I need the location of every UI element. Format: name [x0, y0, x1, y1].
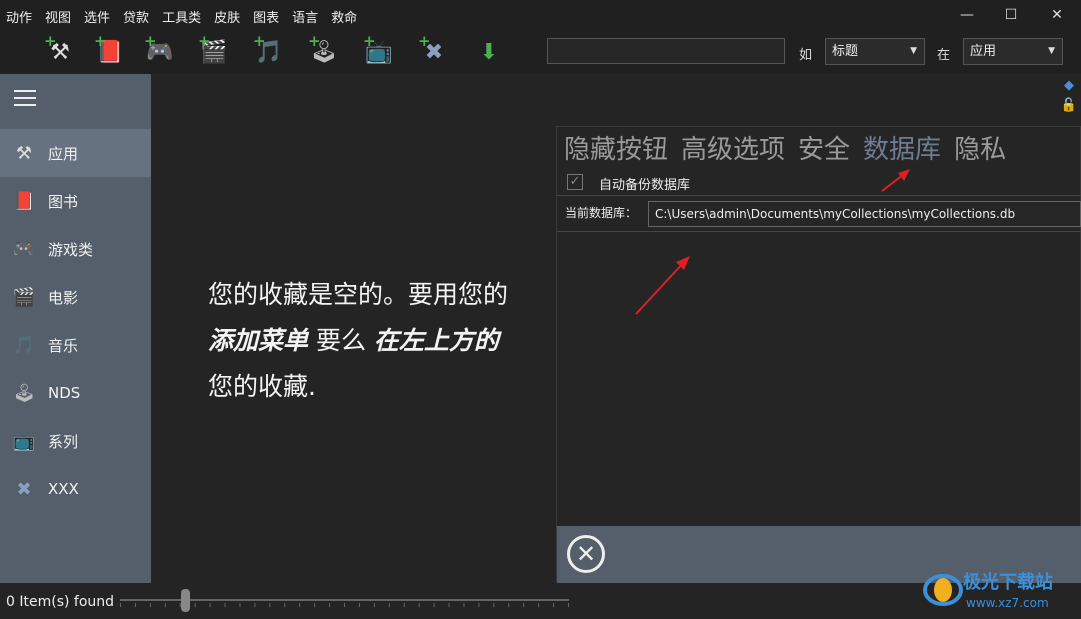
sidebar-item-label: 音乐	[48, 336, 79, 355]
menu-item[interactable]: 救命	[331, 7, 357, 26]
plus-icon: +	[363, 32, 376, 50]
empty-message-line3: 您的收藏.	[208, 372, 316, 401]
sidebar-item[interactable]: 🎵 音乐	[0, 321, 151, 369]
settings-tab[interactable]: 隐私	[954, 129, 1006, 166]
settings-tab[interactable]: 隐藏按钮	[564, 129, 668, 166]
plus-icon: +	[418, 32, 431, 50]
series-add-tool-button[interactable]: + 📺	[361, 34, 397, 70]
hamburger-menu-icon[interactable]	[14, 90, 36, 106]
menu-item[interactable]: 工具类	[162, 7, 201, 26]
menu-item[interactable]: 皮肤	[214, 7, 240, 26]
zoom-slider-thumb[interactable]	[181, 589, 190, 612]
plus-icon: +	[144, 32, 157, 50]
sidebar-item-label: 系列	[48, 432, 79, 451]
current-db-label: 当前数据库：	[565, 206, 638, 220]
settings-tab[interactable]: 高级选项	[681, 129, 785, 166]
empty-message-mid: 要么	[308, 326, 374, 355]
sidebar-item-label: 电影	[48, 288, 79, 307]
music-add-tool-button[interactable]: + 🎵	[251, 34, 287, 70]
current-db-path-field[interactable]: C:\Users\admin\Documents\myCollections\m…	[648, 201, 1081, 227]
pin-icon[interactable]: ◆	[1060, 78, 1078, 96]
search-category-select[interactable]: 应用 ▼	[963, 38, 1063, 65]
search-in-label: 在	[937, 48, 951, 63]
category-icon: 📺	[12, 430, 36, 452]
unlock-icon[interactable]: 🔓	[1060, 98, 1078, 116]
empty-collection-message: 您的收藏是空的。要用您的 添加菜单 要么 在左上方的 您的收藏.	[208, 272, 568, 410]
plus-icon: +	[198, 32, 211, 50]
add-menu-emphasis: 添加菜单	[208, 326, 309, 355]
auto-backup-label: 自动备份数据库	[599, 178, 691, 193]
empty-message-line2: 添加菜单 要么 在左上方的	[208, 318, 568, 364]
settings-tabs: 隐藏按钮 高级选项 安全 数据库 隐私	[564, 129, 1019, 166]
sidebar-item-label: XXX	[48, 480, 79, 498]
books-add-tool-button[interactable]: + 📕	[92, 34, 128, 70]
menu-item[interactable]: 视图	[45, 7, 71, 26]
category-icon: ⚒	[15, 142, 33, 164]
plus-icon: +	[308, 32, 321, 50]
minimize-button[interactable]: —	[957, 6, 977, 24]
sidebar-item-label: 应用	[48, 144, 79, 163]
divider	[557, 231, 1081, 232]
menu-item[interactable]: 动作	[6, 7, 32, 26]
menu-bar: 动作 视图 选件 贷款 工具类 皮肤 图表 语言 救命 — ☐ ✕	[0, 0, 1081, 30]
settings-tab[interactable]: 数据库	[863, 129, 941, 166]
maximize-button[interactable]: ☐	[1001, 6, 1021, 24]
sidebar-item[interactable]: 📺 系列	[0, 417, 151, 465]
plus-icon: +	[94, 32, 107, 50]
close-window-button[interactable]: ✕	[1047, 6, 1067, 24]
plus-icon: +	[253, 32, 266, 50]
annotation-arrow-icon	[635, 256, 690, 315]
plus-icon: +	[44, 32, 57, 50]
category-icon: 🕹	[12, 382, 36, 404]
auto-backup-checkbox[interactable]: ✓	[567, 174, 583, 190]
menu-item[interactable]: 语言	[292, 7, 318, 26]
category-icon: 🎵	[12, 334, 36, 356]
sidebar-item[interactable]: 🎬 电影	[0, 273, 151, 321]
menu-item[interactable]: 贷款	[123, 7, 149, 26]
settings-panel: 隐藏按钮 高级选项 安全 数据库 隐私 ✓ 自动备份数据库 当前数据库： C:\User…	[556, 126, 1081, 583]
search-input[interactable]	[547, 38, 785, 64]
search-field-value: 标题	[832, 44, 859, 59]
divider	[557, 195, 1081, 196]
close-panel-button[interactable]: ✕	[567, 535, 605, 573]
status-count: 0 Item(s) found	[6, 594, 115, 610]
annotation-arrow-icon	[881, 169, 910, 192]
watermark-text: 极光下载站	[963, 572, 1053, 593]
category-icon: 🎮	[12, 238, 36, 260]
sidebar-item-label: 图书	[48, 192, 79, 211]
sidebar-item[interactable]: ⚒ 应用	[0, 129, 151, 177]
sidebar-item[interactable]: 🎮 游戏类	[0, 225, 151, 273]
menu-item[interactable]: 图表	[253, 7, 279, 26]
search-category-value: 应用	[970, 44, 997, 59]
movies-add-tool-button[interactable]: + 🎬	[196, 34, 232, 70]
menu-item[interactable]: 选件	[84, 7, 110, 26]
sidebar-item[interactable]: 📕 图书	[0, 177, 151, 225]
sidebar-item[interactable]: ✖ XXX	[0, 465, 151, 513]
top-left-emphasis: 在左上方的	[373, 326, 499, 355]
category-icon: 🎬	[12, 286, 36, 308]
empty-message-line1: 您的收藏是空的。要用您的	[208, 280, 509, 309]
nds-add-tool-button[interactable]: + 🕹	[306, 34, 342, 70]
xxx-add-tool-button[interactable]: + ✖	[416, 34, 452, 70]
download-tool-button[interactable]: ⬇	[471, 34, 507, 70]
watermark-url: www.xz7.com	[966, 596, 1049, 610]
settings-tab[interactable]: 安全	[798, 129, 850, 166]
sidebar-item[interactable]: 🕹 NDS	[0, 369, 151, 417]
dropdown-arrow-icon: ▼	[910, 46, 917, 56]
sidebar-item-label: 游戏类	[48, 240, 94, 259]
apps-add-tool-button[interactable]: + ⚒	[42, 34, 78, 70]
search-field-select[interactable]: 标题 ▼	[825, 38, 925, 65]
games-add-tool-button[interactable]: + 🎮	[142, 34, 178, 70]
menu-list: 动作 视图 选件 贷款 工具类 皮肤 图表 语言 救命	[6, 7, 370, 26]
category-icon: ✖	[16, 478, 32, 500]
download-icon: ⬇	[479, 39, 499, 65]
category-icon: 📕	[12, 190, 36, 212]
dropdown-arrow-icon: ▼	[1048, 46, 1055, 56]
sidebar: ⚒ 应用 📕 图书 🎮 游戏类 🎬 电影 🎵 音乐 🕹 NDS 📺 系列 ✖ XXX	[0, 74, 151, 583]
sidebar-item-label: NDS	[48, 384, 81, 402]
search-by-label: 如	[799, 48, 813, 63]
